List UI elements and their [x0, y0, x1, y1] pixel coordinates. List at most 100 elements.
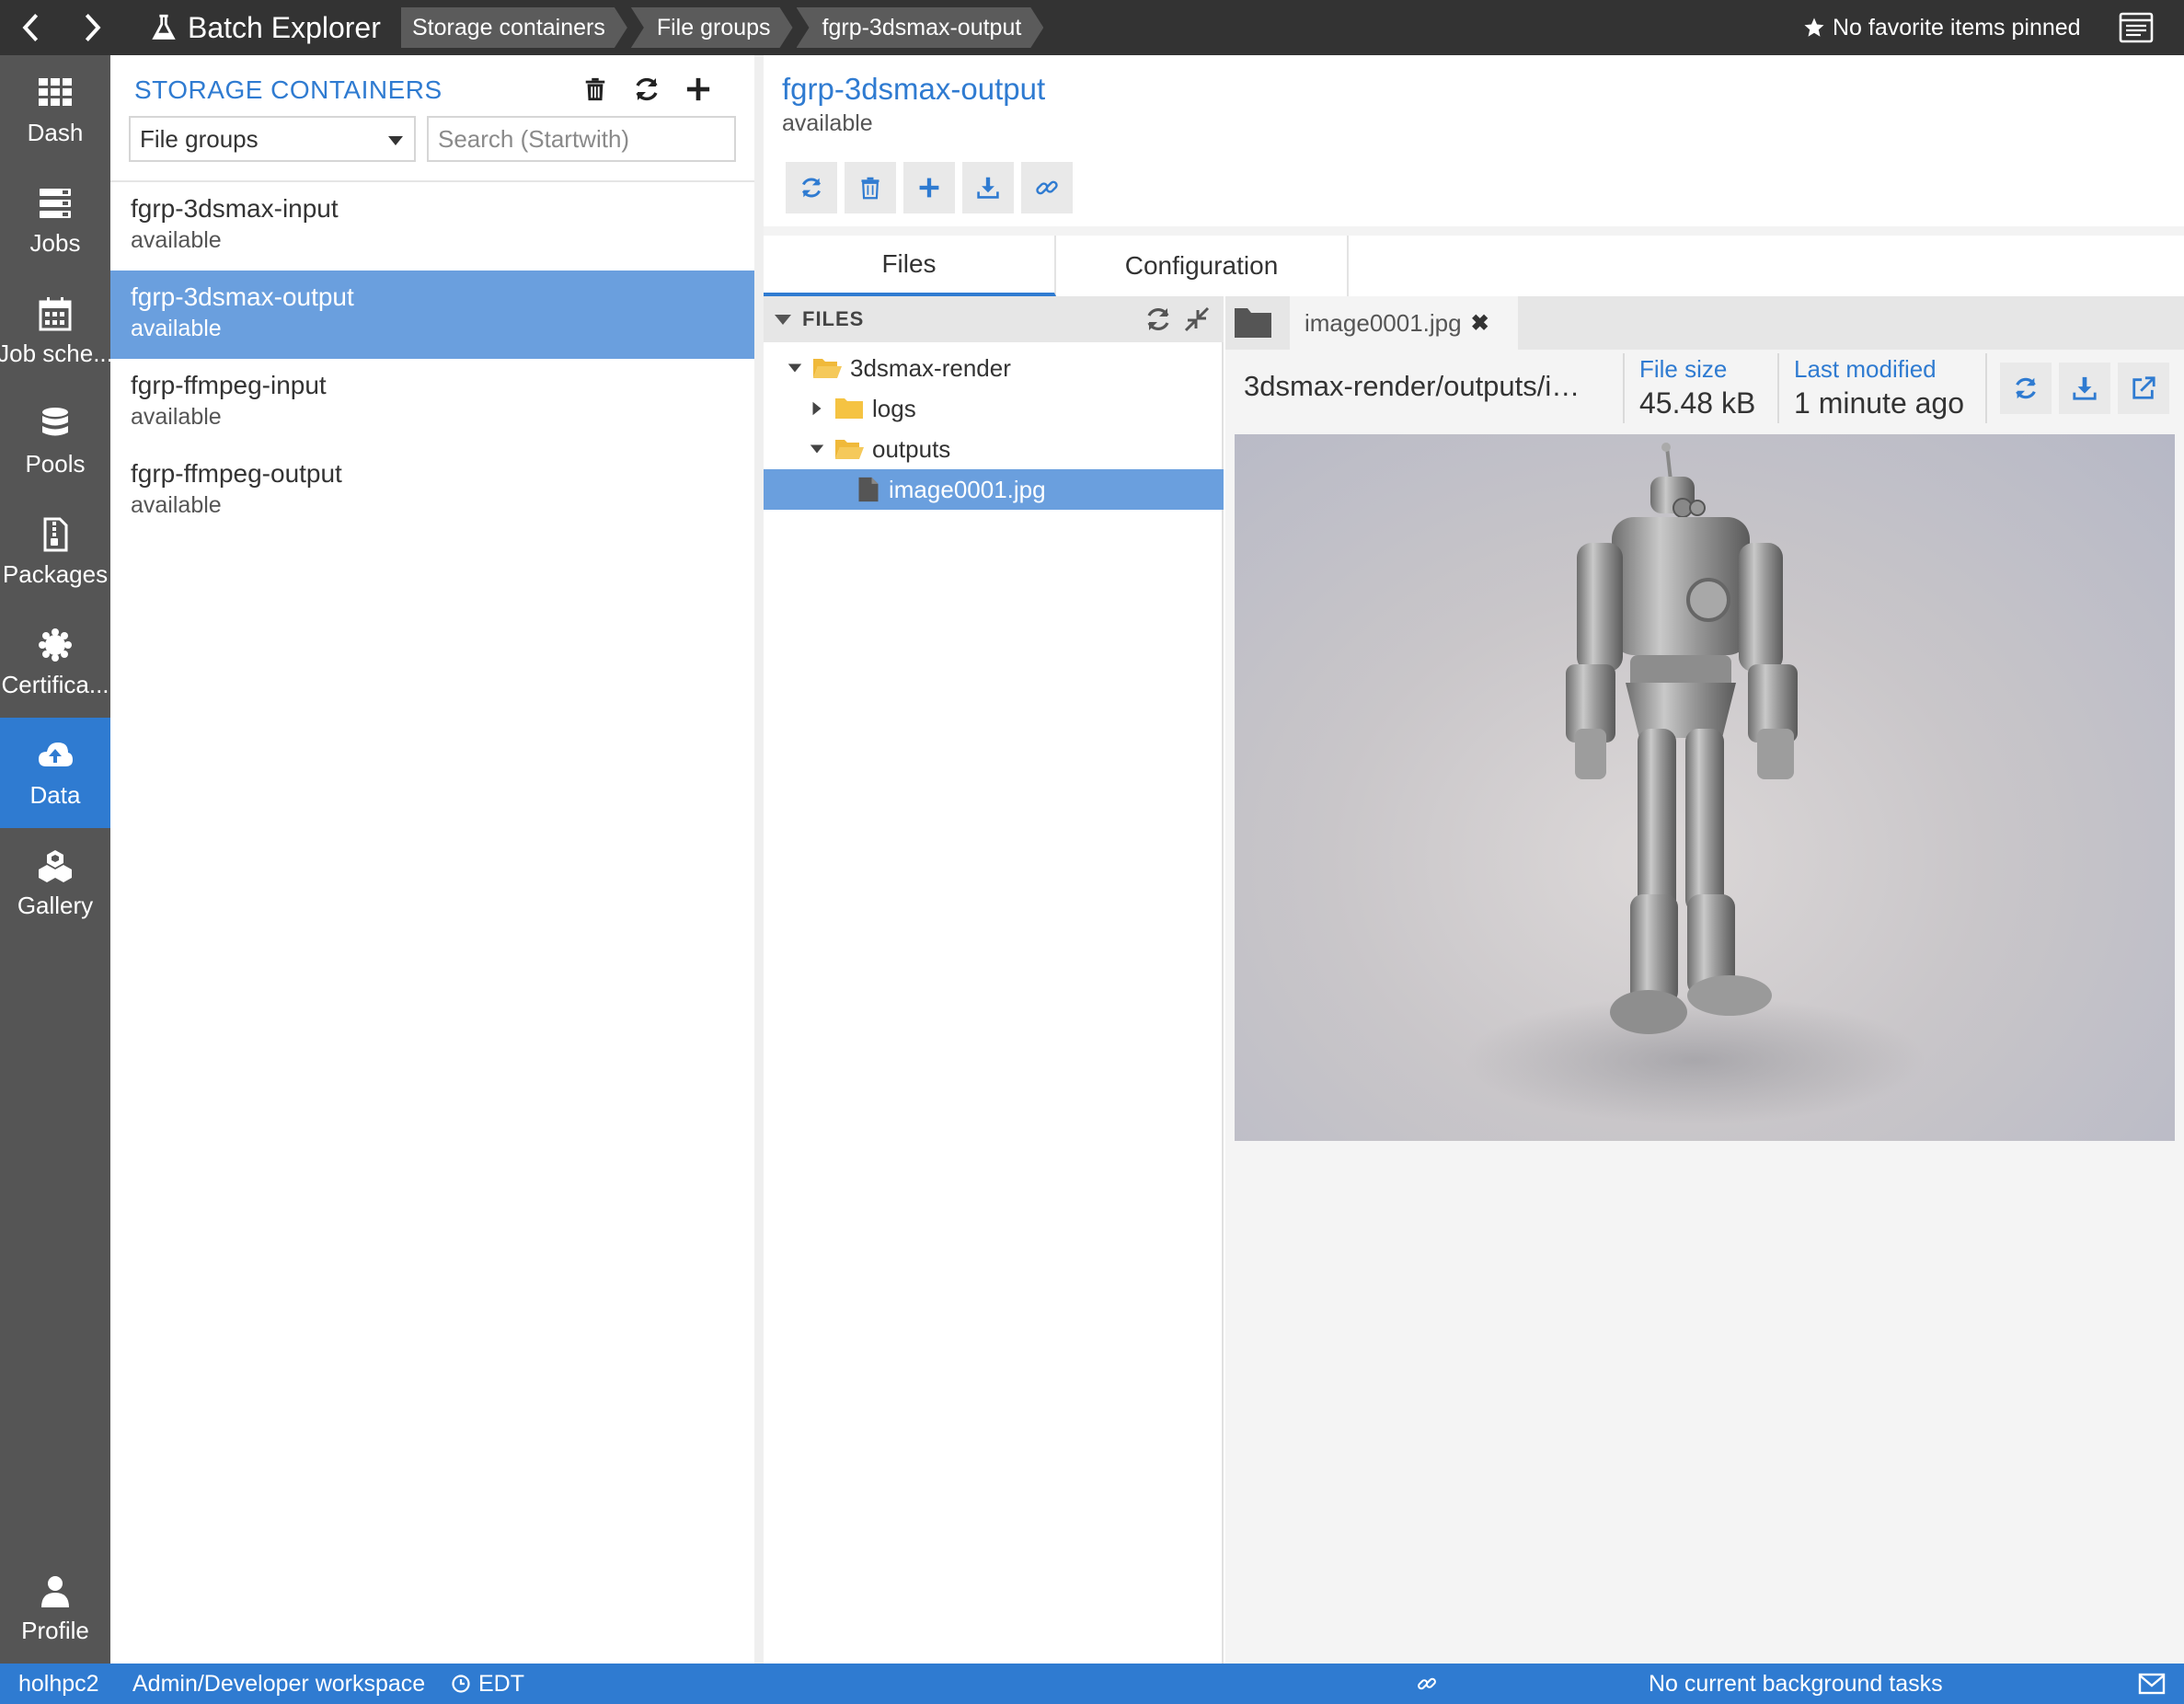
nav-dash[interactable]: Dash — [0, 55, 110, 166]
caret-down-icon — [388, 136, 403, 145]
search-input[interactable] — [427, 116, 736, 162]
tab-configuration[interactable]: Configuration — [1056, 236, 1349, 296]
list-toolbar — [580, 74, 714, 105]
nav-profile[interactable]: Profile — [0, 1553, 110, 1664]
plus-icon — [919, 178, 939, 198]
refresh-button[interactable] — [631, 74, 662, 105]
divider — [1777, 353, 1779, 423]
folder-icon — [835, 398, 863, 419]
status-text: available — [782, 110, 873, 136]
container-status: available — [131, 316, 222, 341]
page-title: fgrp-3dsmax-output — [782, 72, 1046, 106]
container-name: fgrp-ffmpeg-input — [131, 371, 327, 399]
external-link-icon — [2132, 376, 2155, 399]
detail-tabs: Files Configuration — [764, 236, 2184, 296]
favorites-dropdown[interactable]: No favorite items pinned — [1803, 0, 2081, 55]
nav-certificates[interactable]: Certifica... — [0, 607, 110, 718]
nav-packages[interactable]: Packages — [0, 497, 110, 607]
refresh-button[interactable] — [2000, 363, 2052, 414]
account-name: holhpc2 — [18, 1670, 99, 1697]
tree-folder-3dsmax-render[interactable]: 3dsmax-render — [764, 348, 1224, 388]
nav-data[interactable]: Data — [0, 718, 110, 828]
file-tree-title: FILES — [802, 307, 865, 330]
nav-label: Data — [29, 780, 81, 809]
add-button[interactable] — [683, 74, 714, 105]
expand-toggle[interactable] — [806, 397, 828, 420]
panel-splitter[interactable] — [754, 55, 764, 1664]
back-button[interactable] — [4, 0, 59, 55]
trash-icon — [861, 177, 879, 200]
refresh-icon — [636, 77, 658, 101]
notes-icon[interactable] — [2118, 11, 2155, 44]
delete-button[interactable] — [580, 74, 611, 105]
plus-icon — [686, 77, 710, 101]
breadcrumb-file-groups[interactable]: File groups — [631, 7, 793, 48]
storage-containers-panel: STORAGE CONTAINERS File groups Search (S… — [110, 55, 754, 1664]
refresh-icon — [2016, 377, 2036, 399]
account-selector[interactable]: holhpc2 — [18, 1664, 99, 1704]
list-item[interactable]: fgrp-ffmpeg-output available — [110, 447, 754, 535]
list-item[interactable]: fgrp-3dsmax-input available — [110, 182, 754, 271]
refresh-button[interactable] — [786, 162, 837, 213]
nav-gallery[interactable]: Gallery — [0, 828, 110, 938]
workspace-selector[interactable]: Admin/Developer workspace — [132, 1664, 425, 1704]
file-tab-label: image0001.jpg — [1305, 308, 1462, 337]
download-button[interactable] — [962, 162, 1014, 213]
nav-job-schedules[interactable]: Job sche... — [0, 276, 110, 386]
download-button[interactable] — [2059, 363, 2110, 414]
background-tasks[interactable]: No current background tasks — [1649, 1664, 1943, 1704]
nav-jobs[interactable]: Jobs — [0, 166, 110, 276]
timezone-selector[interactable]: EDT — [451, 1664, 524, 1704]
refresh-icon[interactable] — [1144, 305, 1172, 333]
file-tree: FILES 3dsmax-render logs outputs image00… — [764, 296, 1224, 1664]
list-item[interactable]: fgrp-3dsmax-output available — [110, 271, 754, 359]
calendar-icon — [39, 296, 72, 330]
nav-pools[interactable]: Pools — [0, 386, 110, 497]
forward-button[interactable] — [64, 0, 120, 55]
file-size-label: File size — [1639, 355, 1728, 383]
connection-status[interactable] — [1417, 1664, 1444, 1704]
nav-label: Dash — [27, 118, 84, 146]
container-name: fgrp-3dsmax-input — [131, 194, 339, 223]
tab-files[interactable]: Files — [764, 236, 1056, 296]
chevron-right-icon — [85, 14, 101, 41]
close-icon[interactable]: ✖ — [1471, 310, 1489, 337]
expand-toggle[interactable] — [806, 438, 828, 460]
app-brand[interactable]: Batch Explorer — [151, 0, 381, 55]
link-button[interactable] — [1021, 162, 1073, 213]
container-name: fgrp-ffmpeg-output — [131, 459, 342, 488]
container-status: available — [131, 492, 222, 518]
user-icon — [41, 1575, 69, 1607]
expand-toggle[interactable] — [784, 357, 806, 379]
feedback-button[interactable] — [2138, 1664, 2173, 1704]
trash-icon — [585, 77, 605, 101]
breadcrumb-storage-containers[interactable]: Storage containers — [401, 7, 627, 48]
file-tab[interactable]: image0001.jpg ✖ — [1290, 296, 1518, 350]
collapse-icon[interactable] — [1183, 305, 1211, 333]
divider — [764, 226, 2184, 236]
filter-dropdown[interactable]: File groups — [129, 116, 416, 162]
open-external-button[interactable] — [2118, 363, 2169, 414]
chevron-left-icon — [22, 14, 39, 41]
file-size-value: 45.48 kB — [1639, 386, 1756, 420]
last-modified-label: Last modified — [1794, 355, 1937, 383]
file-path: 3dsmax-render/outputs/image0001.jpg — [1244, 370, 1603, 402]
file-tree-header[interactable]: FILES — [764, 296, 1224, 342]
link-icon — [1036, 180, 1058, 195]
divider — [1985, 353, 1987, 423]
delete-button[interactable] — [845, 162, 896, 213]
filter-value: File groups — [140, 124, 259, 153]
download-icon — [977, 177, 999, 199]
tree-folder-logs[interactable]: logs — [764, 388, 1224, 429]
star-icon — [1804, 17, 1824, 37]
tree-folder-outputs[interactable]: outputs — [764, 429, 1224, 469]
tree-file-image0001[interactable]: image0001.jpg — [764, 469, 1224, 510]
folder-icon[interactable] — [1233, 304, 1273, 340]
add-files-button[interactable] — [903, 162, 955, 213]
file-info-bar: 3dsmax-render/outputs/image0001.jpg File… — [1225, 350, 2184, 427]
list-item[interactable]: fgrp-ffmpeg-input available — [110, 359, 754, 447]
background-tasks-label: No current background tasks — [1649, 1670, 1943, 1697]
container-status: available — [131, 404, 222, 430]
breadcrumb-current[interactable]: fgrp-3dsmax-output — [797, 7, 1044, 48]
image-preview — [1235, 434, 2175, 1141]
